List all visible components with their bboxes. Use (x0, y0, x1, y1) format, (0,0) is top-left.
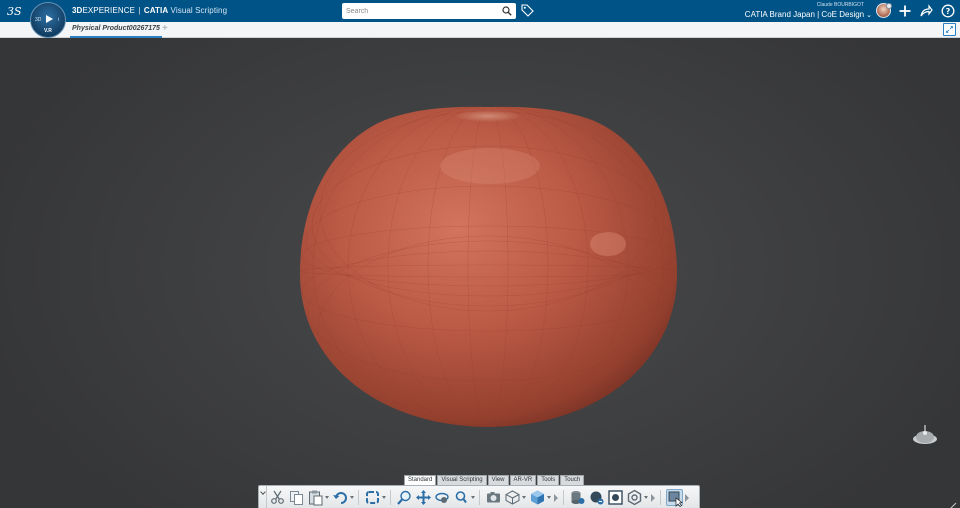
snapshot-icon[interactable] (607, 489, 624, 506)
view-mode-dropdown-button[interactable] (521, 489, 527, 506)
svg-text:?: ? (946, 7, 951, 16)
tenant-selector[interactable]: CATIA Brand Japan | CoE Design ⌄ (745, 10, 872, 19)
action-bar-next-arrow[interactable] (552, 489, 560, 506)
rotate-icon[interactable] (434, 489, 451, 506)
3d-viewport[interactable] (0, 38, 960, 508)
capture-icon[interactable] (485, 489, 502, 506)
compass-icon[interactable]: 3D i V.R (30, 2, 66, 38)
separator (660, 489, 661, 505)
tab-visual-scripting[interactable]: Visual Scripting (437, 475, 487, 485)
brand-3d: 3D (72, 6, 83, 15)
search-icon[interactable] (502, 6, 512, 16)
zoom-dropdown-button[interactable] (470, 489, 476, 506)
publish-icon[interactable] (588, 489, 605, 506)
update-dropdown-button[interactable] (381, 489, 387, 506)
tag-icon[interactable] (521, 4, 534, 17)
tab-touch[interactable]: Touch (560, 475, 585, 485)
action-bar-tabs: Standard Visual Scripting View AR-VR Too… (404, 475, 585, 485)
settings-gear-icon[interactable] (626, 489, 643, 506)
play-icon[interactable] (46, 15, 53, 23)
separator (390, 489, 391, 505)
cut-icon[interactable] (269, 489, 286, 506)
cube-view-icon[interactable] (529, 489, 546, 506)
compass-info-label: i (58, 17, 60, 23)
tenant-label: CATIA Brand Japan | CoE Design (744, 10, 865, 19)
undo-dropdown-button[interactable] (349, 489, 355, 506)
tab-bar: Physical Product00267175 + (0, 22, 960, 38)
app-brand: 3DEXPERIENCE | CATIA Visual Scripting (72, 6, 227, 15)
user-name[interactable]: Claude BOURBIGOT (817, 2, 864, 8)
action-bar-next-arrow-2[interactable] (649, 489, 657, 506)
search-box[interactable] (342, 3, 516, 19)
chevron-down-icon: ⌄ (866, 12, 872, 19)
action-bar-end-arrow[interactable] (683, 489, 691, 506)
view-mode-icon[interactable] (504, 489, 521, 506)
tab-physical-product[interactable]: Physical Product00267175 (70, 22, 162, 38)
share-icon[interactable] (919, 4, 933, 18)
resize-handle-icon[interactable] (948, 501, 958, 508)
compass-triad-icon[interactable] (911, 423, 939, 445)
add-icon[interactable] (898, 4, 912, 18)
brand-experience: EXPERIENCE (82, 6, 136, 15)
brand-separator: | (138, 6, 141, 15)
paste-icon[interactable] (307, 489, 324, 506)
add-tab-button[interactable]: + (162, 23, 168, 34)
action-bar-collapse-button[interactable] (259, 486, 267, 508)
tomato-surface-model[interactable] (300, 106, 677, 428)
zoom-icon[interactable] (396, 489, 413, 506)
compass-3d-label: 3D (35, 17, 42, 23)
select-icon[interactable] (666, 488, 683, 507)
update-icon[interactable] (364, 489, 381, 506)
top-bar: 3S 3DEXPERIENCE | CATIA Visual Scripting… (0, 0, 960, 22)
tab-view[interactable]: View (487, 475, 509, 485)
help-icon[interactable]: ? (941, 4, 955, 18)
brand-product: CATIA (143, 6, 169, 15)
compass-vr-label: V.R (44, 28, 52, 34)
pan-icon[interactable] (415, 489, 432, 506)
brand-app-name: Visual Scripting (170, 6, 228, 15)
copy-icon[interactable] (288, 489, 305, 506)
paste-dropdown-button[interactable] (324, 489, 330, 506)
notification-badge-icon[interactable] (886, 3, 892, 9)
fit-screen-icon[interactable] (943, 23, 956, 36)
separator (358, 489, 359, 505)
zoom-area-icon[interactable] (453, 489, 470, 506)
tab-ar-vr[interactable]: AR-VR (509, 475, 537, 485)
search-input[interactable] (346, 5, 496, 17)
svg-text:3S: 3S (7, 5, 22, 18)
ds-logo-icon[interactable]: 3S (6, 3, 24, 19)
separator (563, 489, 564, 505)
action-bar (258, 485, 700, 508)
tab-standard[interactable]: Standard (404, 475, 437, 485)
tab-tools[interactable]: Tools (537, 475, 560, 485)
product-icon[interactable] (569, 489, 586, 506)
undo-icon[interactable] (332, 489, 349, 506)
separator (479, 489, 480, 505)
